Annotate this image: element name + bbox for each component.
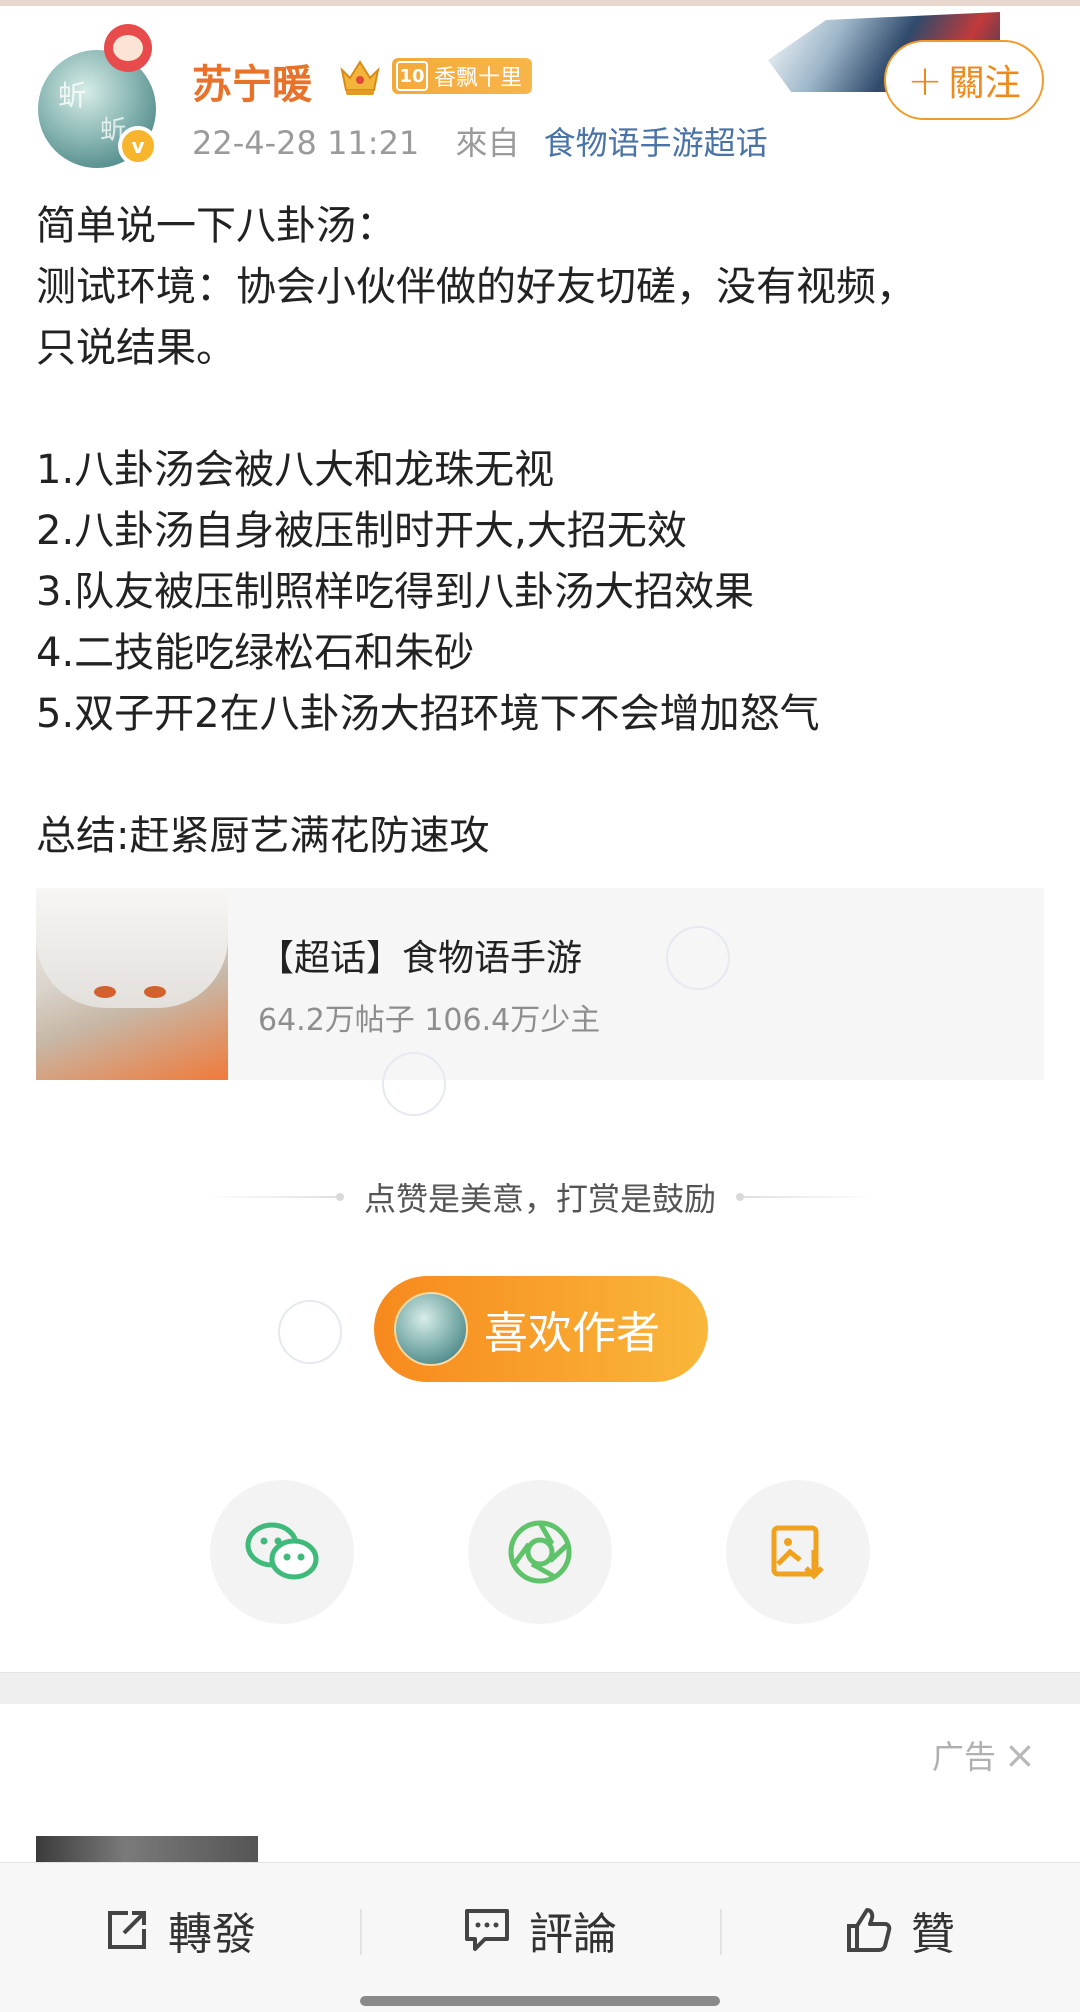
divider: [744, 1196, 877, 1198]
topic-title: 【超话】食物语手游: [258, 938, 583, 979]
loading-spinner-icon: [278, 1300, 342, 1364]
post-line: 3.队友被压制照样吃得到八卦汤大招效果: [36, 569, 755, 615]
verified-badge-icon: v: [118, 126, 158, 166]
level-number: 10: [396, 61, 428, 91]
top-edge: [0, 0, 1080, 6]
share-moments-button[interactable]: [468, 1480, 612, 1624]
topic-thumbnail: [36, 888, 228, 1080]
like-author-label: 喜欢作者: [484, 1308, 660, 1359]
crown-icon: [340, 60, 380, 95]
weibo-post-page: 蚚 蚚 v 苏宁暖 10 香飘十里 22-4-28 11:21 來自 食物语手游…: [0, 0, 1080, 2012]
post-body: 简单说一下八卦汤： 测试环境：协会小伙伴做的好友切磋，没有视频， 只说结果。 1…: [36, 196, 1046, 867]
avatar-ink-mark: 蚚: [58, 79, 87, 112]
ad-label[interactable]: 广告 ×: [932, 1732, 1036, 1778]
source-link[interactable]: 食物语手游超话: [544, 124, 768, 162]
repost-button[interactable]: 轉發: [0, 1863, 360, 1997]
divider-dot: [336, 1193, 344, 1201]
plus-icon: +: [907, 55, 943, 105]
save-image-icon: [771, 1525, 824, 1580]
post-meta: 22-4-28 11:21 來自 食物语手游超话: [192, 118, 768, 164]
follow-label: 關注: [948, 63, 1021, 104]
like-label: 贊: [911, 1909, 955, 1960]
post-line: 2.八卦汤自身被压制时开大,大招无效: [36, 508, 687, 554]
post-line: 测试环境：协会小伙伴做的好友切磋，没有视频，: [36, 264, 916, 310]
post-line: 5.双子开2在八卦汤大招环境下不会增加怒气: [36, 691, 820, 737]
reward-tip-text: 点赞是美意，打赏是鼓励: [364, 1180, 717, 1218]
home-indicator[interactable]: [360, 1996, 720, 2006]
fan-level-badge[interactable]: 10 香飘十里: [392, 58, 533, 94]
follow-button[interactable]: + 關注: [884, 40, 1044, 120]
comment-label: 評論: [529, 1909, 617, 1960]
divider: [204, 1196, 336, 1198]
post-line: 1.八卦汤会被八大和龙珠无视: [36, 447, 555, 493]
comment-icon: [465, 1909, 509, 1951]
post-time: 22-4-28 11:21: [192, 124, 420, 162]
ad-text: 广告: [932, 1738, 997, 1776]
like-button[interactable]: 贊: [720, 1863, 1080, 1997]
moments-icon: [508, 1520, 572, 1584]
reward-tip: 点赞是美意，打赏是鼓励: [204, 1174, 877, 1220]
action-bar: 轉發 評論 贊: [0, 1862, 1080, 2012]
post-line: 4.二技能吃绿松石和朱砂: [36, 630, 475, 676]
repost-label: 轉發: [168, 1909, 256, 1960]
topic-card[interactable]: 【超话】食物语手游 64.2万帖子 106.4万少主: [36, 888, 1044, 1080]
loading-spinner-icon: [666, 926, 730, 990]
author-name[interactable]: 苏宁暖: [192, 52, 312, 110]
comment-button[interactable]: 評論: [360, 1863, 720, 1997]
wechat-icon: [245, 1522, 319, 1580]
from-label: 來自: [455, 124, 520, 162]
topic-stats: 64.2万帖子 106.4万少主: [258, 1003, 601, 1038]
post-line: 总结:赶紧厨艺满花防速攻: [36, 813, 490, 859]
post-line: 简单说一下八卦汤：: [36, 203, 396, 249]
thumbs-up-icon: [847, 1908, 892, 1952]
close-icon[interactable]: ×: [1004, 1733, 1036, 1777]
divider-dot: [736, 1193, 745, 1201]
like-author-button[interactable]: 喜欢作者: [374, 1276, 708, 1382]
loading-spinner-icon: [382, 1052, 446, 1116]
section-divider: [0, 1672, 1080, 1704]
save-image-button[interactable]: [726, 1480, 870, 1624]
post-line: 只说结果。: [36, 325, 236, 371]
author-mini-avatar: [394, 1292, 468, 1366]
avatar-pendant-icon: [104, 24, 152, 72]
share-wechat-button[interactable]: [210, 1480, 354, 1624]
repost-icon: [108, 1911, 146, 1949]
level-text: 香飘十里: [434, 66, 523, 91]
